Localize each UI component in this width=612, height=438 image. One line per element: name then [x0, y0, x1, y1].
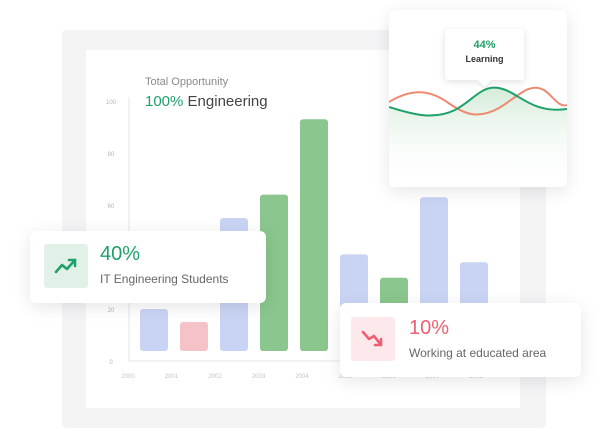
x-tick-label: 2003 [252, 374, 266, 380]
tooltip-label: Learning [465, 54, 504, 64]
y-tick-label: 60 [108, 204, 115, 210]
x-tick-label: 2004 [295, 374, 309, 380]
educated-area-stat-card: 10% Working at educated area [340, 303, 581, 377]
chart-bar [300, 119, 328, 351]
y-tick-label: 0 [109, 360, 113, 366]
wave-area [389, 87, 567, 187]
chart-bar [180, 322, 208, 351]
educated-area-label: Working at educated area [409, 346, 547, 360]
trending-up-icon [44, 244, 88, 288]
tooltip-value: 44% [473, 39, 496, 51]
x-tick-label: 2001 [165, 374, 179, 380]
x-tick-label: 2002 [208, 374, 222, 380]
educated-area-value: 10% [409, 317, 450, 339]
y-tick-label: 100 [106, 100, 117, 106]
y-tick-label: 20 [108, 308, 115, 314]
it-students-label: IT Engineering Students [100, 272, 229, 286]
it-students-value: 40% [100, 243, 141, 265]
x-tick-label: 2000 [121, 374, 135, 380]
it-students-stat-card: 40% IT Engineering Students [30, 231, 266, 303]
learning-wave-card: 44% Learning [389, 10, 567, 187]
trending-down-icon [351, 317, 395, 361]
y-tick-label: 80 [108, 152, 115, 158]
chart-bar [140, 309, 168, 351]
learning-tooltip: 44% Learning [445, 29, 524, 80]
